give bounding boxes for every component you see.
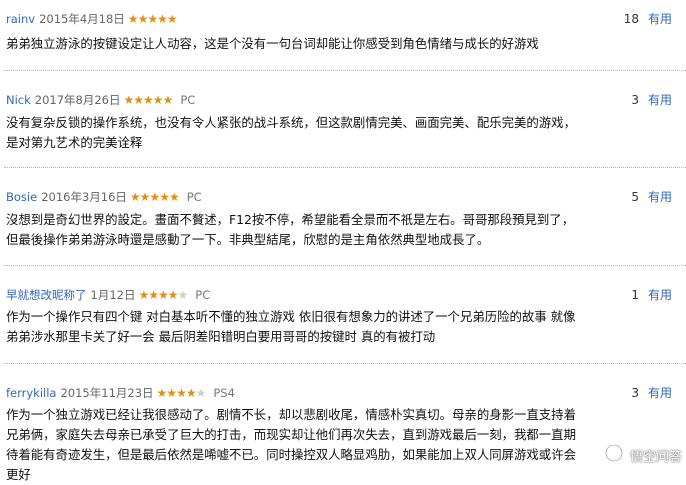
watermark-text: 悟空问答 [629, 450, 682, 465]
helpful-count: 3 [631, 93, 639, 107]
star-icon: ★ [138, 288, 149, 302]
helpful-count: 3 [631, 386, 639, 400]
review-meta: Nick 2017年8月26日 ★★★★★ PC [6, 91, 195, 109]
reviewer-name-link[interactable]: Nick [6, 93, 31, 107]
helpful-count: 18 [623, 12, 639, 26]
review-meta: 早就想改昵称了 1月12日 ★★★★★ PC [6, 286, 210, 304]
star-icon: ★ [168, 190, 180, 204]
star-icon: ★ [148, 288, 159, 302]
review-text: 弟弟独立游泳的按键设定让人动容，这是个没有一句台词却能让你感受到角色情绪与成长的… [6, 36, 539, 51]
star-icon: ★ [147, 12, 158, 26]
star-icon: ★ [149, 190, 160, 204]
platform-label: PC [186, 190, 202, 204]
reviewer-name-link[interactable]: ferrykilla [6, 386, 56, 400]
review-meta: Bosie 2016年3月16日 ★★★★★ PC [6, 188, 202, 206]
reviewer-name-link[interactable]: rainv [6, 12, 35, 26]
wukong-logo-icon [604, 443, 624, 472]
star-icon: ★ [129, 190, 141, 204]
star-icon: ★ [195, 386, 207, 400]
helpful-count: 5 [631, 190, 639, 204]
reviewer-name-link[interactable]: Bosie [6, 190, 37, 204]
helpful-votes: 5 有用 [631, 188, 672, 206]
star-icon: ★ [157, 288, 169, 302]
helpful-button[interactable]: 有用 [648, 288, 672, 302]
review-date: 2015年11月23日 [60, 386, 154, 400]
helpful-count: 1 [631, 288, 639, 302]
star-rating: ★★★★★ [156, 386, 207, 400]
helpful-votes: 3 有用 [631, 91, 672, 109]
star-icon: ★ [176, 386, 187, 400]
review-meta: ferrykilla 2015年11月23日 ★★★★★ PS4 [6, 384, 235, 402]
review-divider [4, 363, 686, 364]
star-icon: ★ [137, 12, 149, 26]
review-text: 沒想到是奇幻世界的設定。畫面不贅述，F12按不停，希望能看全景而不祇是左右。哥哥… [6, 212, 575, 247]
platform-label: PC [195, 288, 211, 302]
helpful-button[interactable]: 有用 [648, 12, 672, 26]
star-icon: ★ [127, 12, 139, 26]
star-icon: ★ [139, 190, 151, 204]
reviewer-name-link[interactable]: 早就想改昵称了 [6, 288, 87, 302]
star-icon: ★ [162, 93, 174, 107]
star-icon: ★ [156, 386, 168, 400]
review-text: 作为一个独立游戏已经让我很感动了。剧情不长，却以悲剧收尾，情感朴实真切。母亲的身… [6, 407, 576, 482]
star-icon: ★ [159, 190, 170, 204]
helpful-button[interactable]: 有用 [648, 93, 672, 107]
watermark: 悟空问答 [604, 443, 682, 467]
star-rating: ★★★★★ [123, 93, 174, 107]
star-rating: ★★★★★ [129, 190, 180, 204]
helpful-votes: 18 有用 [624, 10, 672, 28]
review-date: 2017年8月26日 [34, 93, 121, 107]
star-icon: ★ [166, 386, 177, 400]
star-icon: ★ [166, 12, 178, 26]
review-date: 2016年3月16日 [41, 190, 127, 204]
star-icon: ★ [157, 12, 168, 26]
star-icon: ★ [123, 93, 135, 107]
star-icon: ★ [167, 288, 179, 302]
review-divider [4, 265, 686, 266]
helpful-button[interactable]: 有用 [648, 386, 672, 400]
platform-label: PS4 [213, 386, 235, 400]
helpful-votes: 3 有用 [631, 384, 672, 402]
review-divider [4, 70, 686, 71]
review-date: 2015年4月18日 [39, 12, 125, 26]
review-text: 作为一个操作只有四个键 对白基本听不懂的独立游戏 依旧很有想象力的讲述了一个兄弟… [6, 309, 576, 344]
star-icon: ★ [133, 93, 144, 107]
star-icon: ★ [143, 93, 154, 107]
platform-label: PC [180, 93, 196, 107]
review-date: 1月12日 [90, 288, 136, 302]
review-divider [4, 167, 686, 168]
star-icon: ★ [185, 386, 197, 400]
star-rating: ★★★★★ [127, 12, 178, 26]
star-icon: ★ [177, 288, 189, 302]
review-meta: rainv 2015年4月18日 ★★★★★ [6, 10, 178, 28]
review-text: 没有复杂反锁的操作系统，也没有令人紧张的战斗系统，但这款剧情完美、画面完美、配乐… [6, 115, 576, 150]
star-icon: ★ [152, 93, 164, 107]
helpful-votes: 1 有用 [631, 286, 672, 304]
helpful-button[interactable]: 有用 [648, 190, 672, 204]
star-rating: ★★★★★ [138, 288, 189, 302]
